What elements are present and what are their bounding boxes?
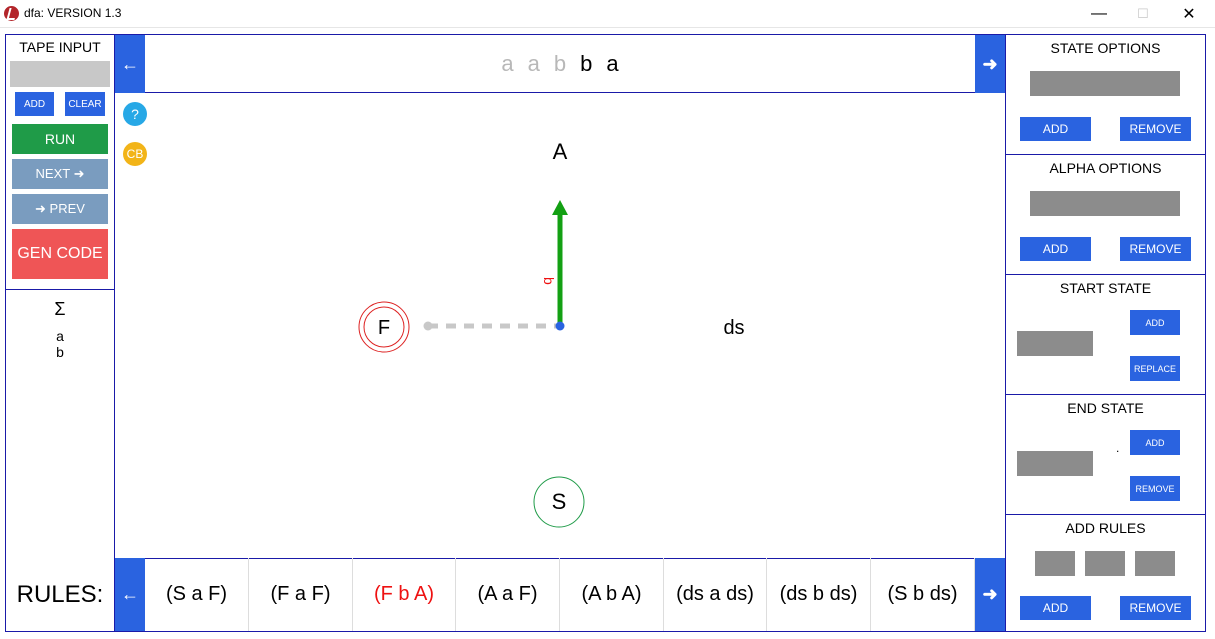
rule-item[interactable]: (S b ds): [871, 558, 975, 631]
end-state-section: END STATE . ADD REMOVE: [1005, 394, 1206, 514]
window-titlebar: dfa: VERSION 1.3 — ☐ ✕: [0, 0, 1215, 28]
rule-item[interactable]: (ds b ds): [767, 558, 871, 631]
tape-input-heading: TAPE INPUT: [19, 39, 101, 55]
state-name-input[interactable]: [1030, 71, 1180, 96]
left-control-panel: TAPE INPUT ADD CLEAR RUN NEXT ➜ ➜ PREV G…: [5, 34, 115, 632]
rule-item-active[interactable]: (F b A): [353, 558, 456, 631]
end-state-dot: .: [1116, 441, 1120, 455]
add-rules-section: ADD RULES ADD REMOVE: [1005, 514, 1206, 632]
tape-clear-button[interactable]: CLEAR: [65, 92, 105, 116]
start-state-input[interactable]: [1017, 331, 1093, 356]
sigma-heading: Σ: [54, 299, 66, 319]
add-rules-heading: ADD RULES: [1065, 520, 1146, 536]
transition-arrowhead: [552, 200, 568, 215]
state-add-button[interactable]: ADD: [1020, 117, 1091, 141]
end-state-remove-button[interactable]: REMOVE: [1130, 476, 1180, 501]
state-remove-button[interactable]: REMOVE: [1120, 117, 1191, 141]
dfa-canvas[interactable]: ← a a b b a ➜ ? CB b F A ds S: [115, 34, 1005, 559]
transition-label: b: [541, 277, 557, 285]
state-label: S: [552, 489, 567, 514]
next-button[interactable]: NEXT ➜: [12, 159, 108, 189]
rule-remove-button[interactable]: REMOVE: [1120, 596, 1191, 620]
rule-symbol-input[interactable]: [1085, 551, 1125, 576]
rules-label: RULES:: [5, 558, 115, 632]
prev-button[interactable]: ➜ PREV: [12, 194, 108, 224]
rule-item[interactable]: (S a F): [145, 558, 249, 631]
end-state-heading: END STATE: [1067, 400, 1144, 416]
rule-item[interactable]: (A b A): [560, 558, 664, 631]
tape-add-button[interactable]: ADD: [15, 92, 54, 116]
app-logo-icon: [4, 6, 19, 21]
rules-scroll-right-button[interactable]: ➜: [975, 558, 1005, 631]
state-label[interactable]: A: [553, 139, 568, 164]
divider: [6, 289, 114, 290]
alphabet-item: a: [56, 328, 64, 344]
state-label[interactable]: ds: [723, 317, 744, 339]
end-state-add-button[interactable]: ADD: [1130, 430, 1180, 455]
dfa-graph: b F A ds S: [358, 139, 745, 528]
alphabet-item: b: [56, 344, 64, 360]
rules-bar: ← (S a F) (F a F) (F b A) (A a F) (A b A…: [115, 558, 1005, 632]
minimize-button[interactable]: —: [1076, 0, 1122, 28]
rule-to-input[interactable]: [1135, 551, 1175, 576]
start-state-add-button[interactable]: ADD: [1130, 310, 1180, 335]
state-options-section: STATE OPTIONS ADD REMOVE: [1005, 34, 1206, 154]
start-state-heading: START STATE: [1059, 280, 1152, 296]
edge-endpoint: [423, 321, 433, 331]
graph-center-point: [555, 321, 565, 331]
state-label: F: [378, 317, 390, 339]
rule-from-input[interactable]: [1035, 551, 1075, 576]
tape-input-field[interactable]: [10, 61, 110, 87]
alpha-add-button[interactable]: ADD: [1020, 237, 1091, 261]
alpha-remove-button[interactable]: REMOVE: [1120, 237, 1191, 261]
rule-add-button[interactable]: ADD: [1020, 596, 1091, 620]
start-state-section: START STATE ADD REPLACE: [1005, 274, 1206, 394]
gen-code-button[interactable]: GEN CODE: [12, 229, 108, 279]
maximize-button[interactable]: ☐: [1120, 0, 1166, 28]
right-control-panel: STATE OPTIONS ADD REMOVE ALPHA OPTIONS A…: [1005, 34, 1206, 632]
alpha-input[interactable]: [1030, 191, 1180, 216]
alpha-options-section: ALPHA OPTIONS ADD REMOVE: [1005, 154, 1206, 274]
rule-item[interactable]: (F a F): [249, 558, 353, 631]
alpha-options-heading: ALPHA OPTIONS: [1049, 160, 1162, 176]
state-options-heading: STATE OPTIONS: [1050, 40, 1161, 56]
close-button[interactable]: ✕: [1166, 0, 1212, 28]
rule-item[interactable]: (A a F): [456, 558, 560, 631]
run-button[interactable]: RUN: [12, 124, 108, 154]
start-state-replace-button[interactable]: REPLACE: [1130, 356, 1180, 381]
rule-item[interactable]: (ds a ds): [664, 558, 767, 631]
rules-scroll-left-button[interactable]: ←: [115, 558, 145, 631]
window-title: dfa: VERSION 1.3: [24, 6, 122, 20]
end-state-input[interactable]: [1017, 451, 1093, 476]
